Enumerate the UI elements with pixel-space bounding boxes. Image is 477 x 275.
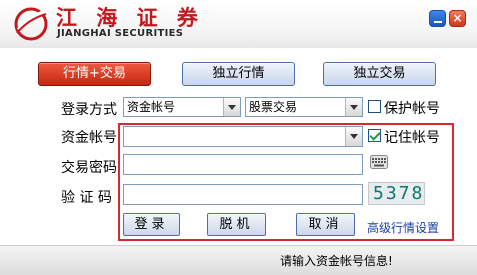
account-type-select[interactable]: 资金帐号 xyxy=(123,97,241,117)
minimize-icon[interactable] xyxy=(429,10,446,27)
cancel-button[interactable]: 取消 xyxy=(296,213,355,236)
login-button[interactable]: 登录 xyxy=(123,213,180,236)
login-method-label: 登录方式 xyxy=(61,102,117,118)
account-select[interactable] xyxy=(123,126,363,147)
close-icon[interactable]: × xyxy=(449,10,466,27)
status-bar xyxy=(0,245,477,275)
captcha-field[interactable] xyxy=(123,184,363,205)
title-bar: 江 海 证 券 JIANGHAI SECURITIES × xyxy=(0,0,477,49)
protect-account-checkbox[interactable] xyxy=(368,100,381,113)
protect-account-label: 保护帐号 xyxy=(384,101,440,117)
tab-trade-only[interactable]: 独立交易 xyxy=(323,62,436,86)
captcha-code: 5378 xyxy=(373,183,425,204)
tab-quote-and-trade[interactable]: 行情+交易 xyxy=(38,62,151,86)
jianghai-logo xyxy=(14,7,48,41)
password-field[interactable] xyxy=(123,154,363,175)
chevron-down-icon xyxy=(223,98,240,116)
trade-type-value: 股票交易 xyxy=(249,100,298,114)
password-label: 交易密码 xyxy=(61,160,117,176)
tab-quote-only[interactable]: 独立行情 xyxy=(182,62,295,86)
account-label: 资金帐号 xyxy=(61,130,117,146)
offline-button[interactable]: 脱机 xyxy=(207,213,266,236)
chevron-down-icon xyxy=(345,98,362,116)
brand-name-en: JIANGHAI SECURITIES xyxy=(57,28,184,39)
status-message: 请输入资金帐号信息! xyxy=(280,254,393,268)
captcha-image[interactable]: 5378 xyxy=(368,182,425,205)
remember-account-label: 记住帐号 xyxy=(384,130,440,146)
advanced-quote-settings-link[interactable]: 高级行情设置 xyxy=(367,219,439,236)
login-window: 江 海 证 券 JIANGHAI SECURITIES × 行情+交易 独立行情… xyxy=(0,0,477,275)
keyboard-icon[interactable] xyxy=(370,155,388,169)
captcha-label: 验 证 码 xyxy=(61,190,112,206)
remember-account-checkbox[interactable] xyxy=(368,129,381,142)
chevron-down-icon xyxy=(345,127,362,146)
trade-type-select[interactable]: 股票交易 xyxy=(245,97,363,117)
account-type-value: 资金帐号 xyxy=(127,100,176,114)
